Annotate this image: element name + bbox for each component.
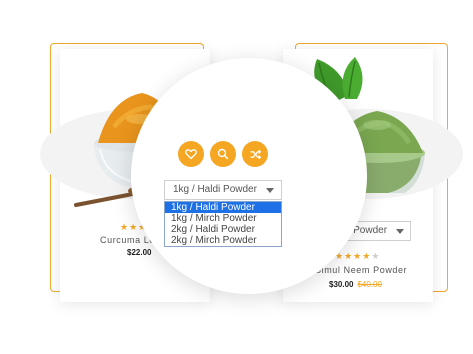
- right-current-price: $30.00: [329, 280, 354, 289]
- magnifier-zoom-circle: [131, 58, 367, 294]
- dropdown-option[interactable]: 1kg / Mirch Powder: [165, 213, 281, 224]
- right-product-price: $30.00 $40.00: [329, 280, 382, 289]
- chevron-down-icon: [396, 229, 404, 234]
- variant-select-value: 1kg / Haldi Powder: [173, 184, 257, 195]
- variant-select[interactable]: 1kg / Haldi Powder: [164, 180, 282, 200]
- compare-button[interactable]: [242, 141, 268, 167]
- star-icon: ★: [371, 251, 381, 261]
- right-old-price: $40.00: [357, 280, 382, 289]
- search-icon: [217, 148, 229, 160]
- left-product-price: $22.00: [127, 248, 152, 257]
- star-icon: ★: [362, 251, 372, 261]
- shuffle-icon: [250, 149, 261, 159]
- quick-view-button[interactable]: [210, 141, 236, 167]
- variant-dropdown-list: 1kg / Haldi Powder 1kg / Mirch Powder 2k…: [164, 201, 282, 247]
- right-rating-stars: ★★★★★: [335, 251, 380, 262]
- star-icon: ★: [353, 251, 363, 261]
- dropdown-option[interactable]: 2kg / Haldi Powder: [165, 224, 281, 235]
- dropdown-option[interactable]: 1kg / Haldi Powder: [165, 202, 281, 213]
- star-icon: ★: [120, 222, 130, 232]
- dropdown-option[interactable]: 2kg / Mirch Powder: [165, 235, 281, 246]
- heart-icon: [185, 149, 197, 160]
- star-icon: ★: [344, 251, 354, 261]
- right-product-name[interactable]: Simul Neem Powder: [315, 265, 407, 275]
- chevron-down-icon: [266, 188, 274, 193]
- star-icon: ★: [129, 222, 139, 232]
- wishlist-button[interactable]: [178, 141, 204, 167]
